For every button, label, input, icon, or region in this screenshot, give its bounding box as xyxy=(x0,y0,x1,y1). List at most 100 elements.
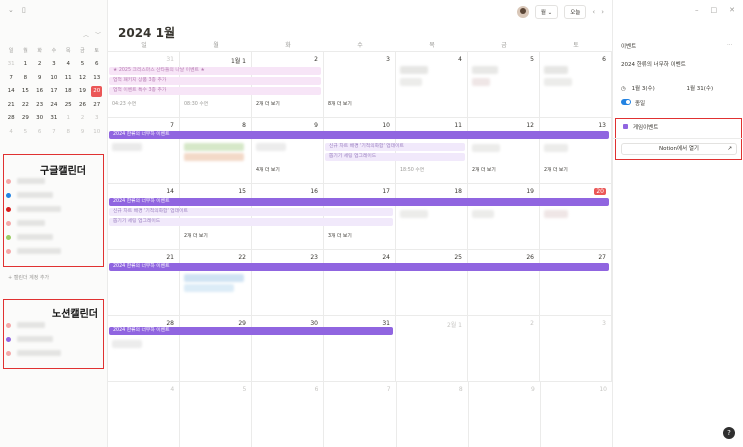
view-select-button[interactable]: 월 ⌄ xyxy=(534,5,559,19)
mini-calendar-day[interactable]: 8 xyxy=(18,75,32,81)
calendar-day-cell[interactable]: 5 xyxy=(180,382,253,447)
mini-calendar-day[interactable]: 9 xyxy=(33,75,47,81)
all-day-toggle[interactable] xyxy=(621,99,631,105)
mini-calendar-day[interactable]: 7 xyxy=(4,75,18,81)
mini-calendar-day[interactable]: 12 xyxy=(75,75,89,81)
add-calendar-account-link[interactable]: + 캘린더 계정 추가 xyxy=(8,274,49,281)
redacted-event[interactable] xyxy=(400,210,428,218)
mini-calendar-day[interactable]: 10 xyxy=(47,75,61,81)
calendar-list-item[interactable] xyxy=(6,220,45,226)
event-sleep[interactable]: 08:30 수면 xyxy=(184,100,208,107)
mini-calendar-day[interactable]: 4 xyxy=(4,129,18,135)
mini-calendar-day[interactable]: 5 xyxy=(75,61,89,67)
calendar-day-cell[interactable]: 24 xyxy=(324,250,396,315)
calendar-day-cell[interactable]: 28 xyxy=(108,316,180,381)
calendar-day-cell[interactable]: 8 xyxy=(397,382,469,447)
mini-calendar-day[interactable]: 3 xyxy=(90,115,104,121)
calendar-day-cell[interactable]: 10 xyxy=(541,382,612,447)
redacted-event[interactable] xyxy=(544,144,568,152)
calendar-day-cell[interactable]: 2 xyxy=(468,316,540,381)
mini-calendar-day[interactable]: 19 xyxy=(75,88,89,94)
mini-calendar-day[interactable]: 10 xyxy=(90,129,104,135)
mini-calendar-day[interactable]: 20 xyxy=(90,85,104,97)
help-icon[interactable]: ? xyxy=(723,427,735,439)
calendar-day-cell[interactable]: 30 xyxy=(252,316,324,381)
mini-calendar-day[interactable]: 28 xyxy=(4,115,18,121)
event-end-date[interactable]: 1월 31(수) xyxy=(686,86,713,92)
event-achievement[interactable]: 업적 이벤트 특수 3종 추가 xyxy=(109,87,321,95)
calendar-day-cell[interactable]: 9 xyxy=(469,382,541,447)
more-events-link[interactable]: 3개 더 보기 xyxy=(328,232,352,239)
mini-calendar-day[interactable]: 3 xyxy=(47,61,61,67)
mini-calendar-day[interactable]: 31 xyxy=(4,61,18,67)
redacted-event[interactable] xyxy=(184,274,244,282)
event-sleep[interactable]: 18:50 수면 xyxy=(400,166,424,173)
calendar-day-cell[interactable]: 23 xyxy=(252,250,324,315)
calendar-list-item[interactable] xyxy=(6,336,53,342)
mini-calendar-day[interactable]: 8 xyxy=(61,129,75,135)
mini-calendar-day[interactable]: 6 xyxy=(33,129,47,135)
event-nuri-bar[interactable]: 2024 한류의 너무하 이벤트 xyxy=(109,131,609,139)
more-events-link[interactable]: 2개 더 보기 xyxy=(256,100,280,107)
open-in-notion-button[interactable]: Notion에서 열기 ↗ xyxy=(621,143,737,155)
event-nuri-bar[interactable]: 2024 한류의 너무하 이벤트 xyxy=(109,198,609,206)
calendar-day-cell[interactable]: 25 xyxy=(396,250,468,315)
mini-calendar-day[interactable]: 26 xyxy=(75,102,89,108)
calendar-day-cell[interactable]: 3 xyxy=(540,316,612,381)
mini-calendar-day[interactable]: 22 xyxy=(18,102,32,108)
mini-calendar-day[interactable]: 24 xyxy=(47,102,61,108)
mini-calendar-day[interactable]: 30 xyxy=(33,115,47,121)
mini-calendar-day[interactable]: 27 xyxy=(90,102,104,108)
redacted-event[interactable] xyxy=(400,66,428,74)
mini-calendar-day[interactable]: 16 xyxy=(33,88,47,94)
calendar-day-cell[interactable]: 2월 1 xyxy=(396,316,468,381)
calendar-day-cell[interactable]: 7 xyxy=(324,382,397,447)
mini-calendar-day[interactable]: 1 xyxy=(61,115,75,121)
redacted-event[interactable] xyxy=(544,78,572,86)
event-gacha[interactable]: 뽑기기 세팅 업그레이드 xyxy=(325,153,465,161)
event-sleep[interactable]: 04:23 수면 xyxy=(112,100,136,107)
redacted-event[interactable] xyxy=(256,143,286,151)
avatar[interactable] xyxy=(516,6,529,18)
chevron-up-icon[interactable]: ︿ xyxy=(83,30,89,39)
redacted-event[interactable] xyxy=(472,210,494,218)
redacted-event[interactable] xyxy=(400,78,422,86)
calendar-day-cell[interactable]: 26 xyxy=(468,250,540,315)
event-update[interactable]: 신규 차트 배경 '기적의화합' 업데이트 xyxy=(109,208,393,216)
event-nuri-bar[interactable]: 2024 한류의 너무하 이벤트 xyxy=(109,327,393,335)
more-events-link[interactable]: 2개 더 보기 xyxy=(472,166,496,173)
redacted-event[interactable] xyxy=(112,143,142,151)
calendar-list-item[interactable] xyxy=(6,192,53,198)
next-month-icon[interactable]: › xyxy=(601,8,604,16)
redacted-event[interactable] xyxy=(472,66,498,74)
calendar-day-cell[interactable]: 27 xyxy=(540,250,612,315)
mini-calendar-day[interactable]: 2 xyxy=(33,61,47,67)
calendar-list-item[interactable] xyxy=(6,234,53,240)
calendar-day-cell[interactable]: 31 xyxy=(324,316,396,381)
redacted-event[interactable] xyxy=(112,340,142,348)
close-icon[interactable]: ✕ xyxy=(729,6,735,14)
prev-month-icon[interactable]: ‹ xyxy=(592,8,595,16)
mini-calendar-day[interactable]: 18 xyxy=(61,88,75,94)
mini-calendar-day[interactable]: 15 xyxy=(18,88,32,94)
calendar-list-item[interactable] xyxy=(6,206,61,212)
mini-calendar-day[interactable]: 31 xyxy=(47,115,61,121)
redacted-event[interactable] xyxy=(472,78,490,86)
event-calendar-name[interactable]: 게임이벤트 xyxy=(633,123,658,131)
calendar-list-item[interactable] xyxy=(6,178,45,184)
mini-calendar-day[interactable]: 7 xyxy=(47,129,61,135)
mini-calendar-day[interactable]: 29 xyxy=(18,115,32,121)
minimize-icon[interactable]: – xyxy=(695,6,699,14)
calendar-day-cell[interactable]: 3 xyxy=(324,52,396,117)
chevron-down-icon[interactable]: ﹀ xyxy=(95,30,101,39)
more-events-link[interactable]: 2개 더 보기 xyxy=(184,232,208,239)
redacted-event[interactable] xyxy=(184,143,244,151)
mini-calendar-day[interactable]: 25 xyxy=(61,102,75,108)
redacted-event[interactable] xyxy=(184,153,244,161)
mini-calendar-day[interactable]: 13 xyxy=(90,75,104,81)
mini-calendar-day[interactable]: 2 xyxy=(75,115,89,121)
more-events-link[interactable]: 4개 더 보기 xyxy=(256,166,280,173)
mini-calendar-day[interactable]: 1 xyxy=(18,61,32,67)
mini-calendar-day[interactable]: 6 xyxy=(90,61,104,67)
mini-calendar-day[interactable]: 4 xyxy=(61,61,75,67)
